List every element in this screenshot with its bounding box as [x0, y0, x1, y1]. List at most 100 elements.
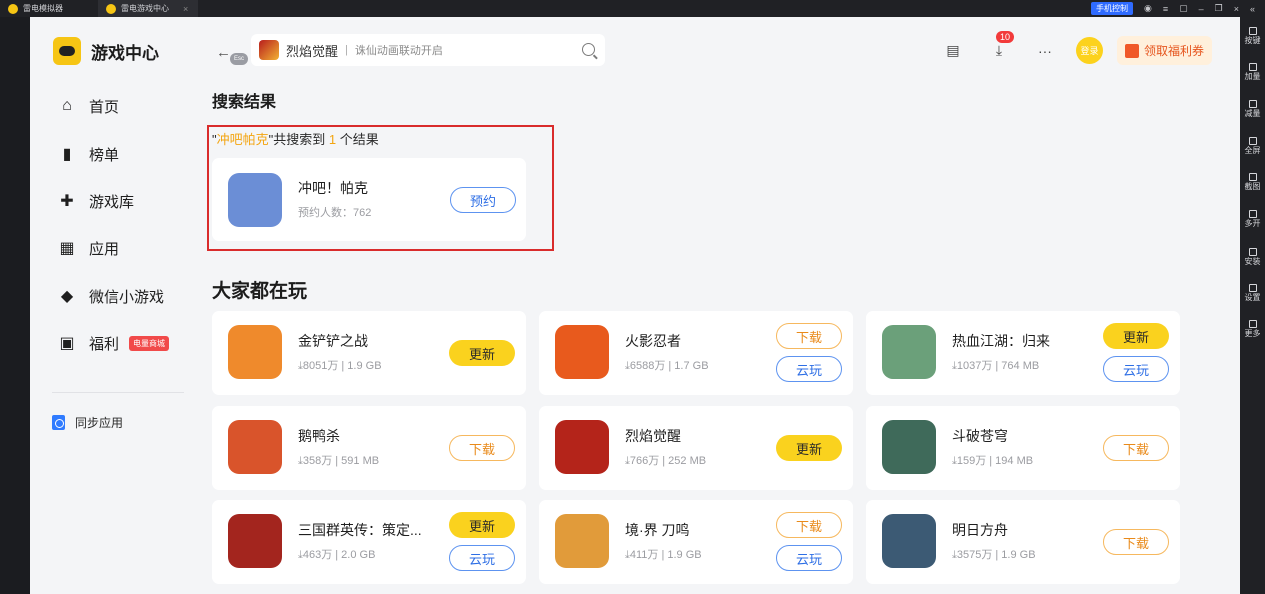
game-meta: ⤓3575万 | 1.9 GB: [952, 549, 1036, 561]
game-card[interactable]: 斗破苍穹 ⤓159万 | 194 MB 下载: [866, 406, 1180, 490]
update-button[interactable]: 更新: [449, 512, 515, 538]
keyboard-icon: [1248, 27, 1257, 35]
collapse-sidebar-icon[interactable]: «: [1250, 4, 1255, 14]
search-icon[interactable]: [582, 43, 595, 56]
game-meta: ⤓8051万 | 1.9 GB: [298, 360, 382, 372]
esc-hint-badge: Esc: [230, 53, 248, 65]
emulator-logo-icon: [8, 3, 18, 14]
search-result-summary: "冲吧帕克"共搜索到 1 个结果: [212, 132, 379, 147]
game-card[interactable]: 热血江湖：归来 ⤓1037万 | 764 MB 更新 云玩: [866, 311, 1180, 395]
sync-apps-button[interactable]: 同步应用: [52, 414, 123, 431]
toolbar-volume-up[interactable]: 加量: [1240, 63, 1265, 82]
game-name: 火影忍者: [625, 333, 681, 349]
wechat-game-icon: ◆: [60, 288, 74, 305]
download-button[interactable]: 下载: [1103, 435, 1169, 461]
claim-welfare-coupon-button[interactable]: 领取福利券: [1116, 36, 1212, 65]
tab-emulator[interactable]: 雷电模拟器: [0, 0, 98, 17]
sidebar-item-label: 应用: [89, 240, 120, 258]
phone-control-button[interactable]: 手机控制: [1090, 2, 1133, 15]
update-button[interactable]: 更新: [1103, 323, 1169, 349]
sidebar-item-ranking[interactable]: ▮ 榜单: [58, 142, 119, 166]
reserve-button[interactable]: 预约: [450, 187, 516, 213]
toolbar-multi-instance[interactable]: 多开: [1240, 210, 1265, 229]
minimize-icon[interactable]: –: [1199, 4, 1204, 14]
game-name: 明日方舟: [952, 522, 1008, 538]
tab-game-center[interactable]: 雷电游戏中心 ×: [98, 0, 198, 17]
sidebar-item-label: 游戏库: [89, 193, 135, 211]
search-input[interactable]: 烈焰觉醒 | 诛仙动画联动开启: [251, 34, 605, 66]
cloud-play-button[interactable]: 云玩: [776, 545, 842, 571]
gift-icon: ▣: [59, 335, 75, 352]
toolbar-install[interactable]: 安装: [1240, 248, 1265, 267]
cloud-play-button[interactable]: 云玩: [449, 545, 515, 571]
toolbar-volume-down[interactable]: 减量: [1240, 100, 1265, 119]
calendar-icon[interactable]: ▤: [944, 42, 962, 60]
sidebar-item-label: 榜单: [89, 146, 120, 164]
game-card[interactable]: 明日方舟 ⤓3575万 | 1.9 GB 下载: [866, 500, 1180, 584]
game-card[interactable]: 三国群英传：策定... ⤓463万 | 2.0 GB 更新 云玩: [212, 500, 526, 584]
user-icon[interactable]: ◉: [1144, 3, 1152, 14]
restore-icon[interactable]: ▢: [1179, 3, 1188, 14]
game-card[interactable]: 金铲铲之战 ⤓8051万 | 1.9 GB 更新: [212, 311, 526, 395]
game-icon-jingjie-daoming: [555, 514, 609, 568]
back-arrow-icon[interactable]: ←: [216, 44, 231, 61]
top-actions: ▤ ⤓ 10 ··· 登录 领取福利券: [916, 30, 1212, 65]
toolbar-more[interactable]: 更多: [1240, 320, 1265, 339]
cloud-play-button[interactable]: 云玩: [776, 356, 842, 382]
sync-icon: [52, 415, 65, 430]
claim-welfare-label: 领取福利券: [1143, 44, 1204, 58]
more-icon[interactable]: ···: [1036, 42, 1054, 60]
apps-icon: ▦: [59, 240, 75, 257]
close-tab-icon[interactable]: ×: [183, 4, 188, 14]
ranking-icon: ▮: [62, 146, 72, 163]
search-placeholder-sub: 诛仙动画联动开启: [354, 45, 443, 57]
menu-icon[interactable]: ≡: [1163, 4, 1168, 14]
game-icon-goose-goose-duck: [228, 420, 282, 474]
sidebar-item-welfare[interactable]: ▣ 福利 电量商城: [58, 331, 170, 355]
toolbar-screenshot[interactable]: 截图: [1240, 173, 1265, 192]
update-button[interactable]: 更新: [776, 435, 842, 461]
search-query: 冲吧帕克: [216, 132, 269, 147]
install-apk-icon: [1248, 248, 1257, 256]
maximize-icon[interactable]: ❐: [1215, 3, 1223, 14]
search-result-card[interactable]: 冲吧！帕克 预约人数：762 预约: [212, 158, 526, 241]
sidebar-item-home[interactable]: ⌂ 首页: [58, 94, 119, 118]
game-name: 斗破苍穹: [952, 428, 1008, 444]
volume-up-icon: [1248, 63, 1257, 71]
download-button[interactable]: 下载: [449, 435, 515, 461]
game-meta: ⤓463万 | 2.0 GB: [298, 549, 376, 561]
more-icon: [1248, 320, 1257, 328]
toolbar-fullscreen[interactable]: 全屏: [1240, 137, 1265, 156]
game-icon-lieyan-juexing: [555, 420, 609, 474]
download-button[interactable]: 下载: [776, 323, 842, 349]
download-manager-button[interactable]: ⤓ 10: [990, 30, 1014, 60]
close-window-icon[interactable]: ×: [1234, 4, 1239, 14]
game-card[interactable]: 烈焰觉醒 ⤓766万 | 252 MB 更新: [539, 406, 853, 490]
power-mall-badge: 电量商城: [129, 335, 170, 351]
game-name: 鹅鸭杀: [298, 428, 340, 444]
download-button[interactable]: 下载: [776, 512, 842, 538]
toolbar-settings[interactable]: 设置: [1240, 284, 1265, 303]
brand: 游戏中心: [53, 37, 159, 65]
game-name: 冲吧！帕克: [298, 180, 368, 196]
login-button[interactable]: 登录: [1075, 37, 1103, 64]
emulator-toolbar: 按键 加量 减量 全屏 截图 多开 安装 设置 更多: [1240, 17, 1265, 594]
multi-instance-icon: [1248, 210, 1257, 218]
game-meta: ⤓766万 | 252 MB: [625, 455, 707, 467]
game-name: 境·界 刀鸣: [625, 522, 690, 538]
sidebar-item-label: 福利: [89, 335, 120, 353]
download-button[interactable]: 下载: [1103, 529, 1169, 555]
game-card[interactable]: 境·界 刀鸣 ⤓411万 | 1.9 GB 下载 云玩: [539, 500, 853, 584]
game-card[interactable]: 火影忍者 ⤓6588万 | 1.7 GB 下载 云玩: [539, 311, 853, 395]
toolbar-keymap[interactable]: 按键: [1240, 27, 1265, 46]
update-button[interactable]: 更新: [449, 340, 515, 366]
game-card[interactable]: 鹅鸭杀 ⤓358万 | 591 MB 下载: [212, 406, 526, 490]
sidebar-item-wechat-games[interactable]: ◆ 微信小游戏: [58, 284, 164, 308]
sidebar-item-game-library[interactable]: ✚ 游戏库: [58, 189, 134, 213]
volume-down-icon: [1248, 100, 1257, 108]
sidebar-item-apps[interactable]: ▦ 应用: [58, 236, 119, 260]
game-icon-sanguo-qunyingzhuan: [228, 514, 282, 568]
cloud-play-button[interactable]: 云玩: [1103, 356, 1169, 382]
gamepad-icon: ✚: [60, 193, 74, 210]
sidebar-divider: [52, 392, 184, 393]
